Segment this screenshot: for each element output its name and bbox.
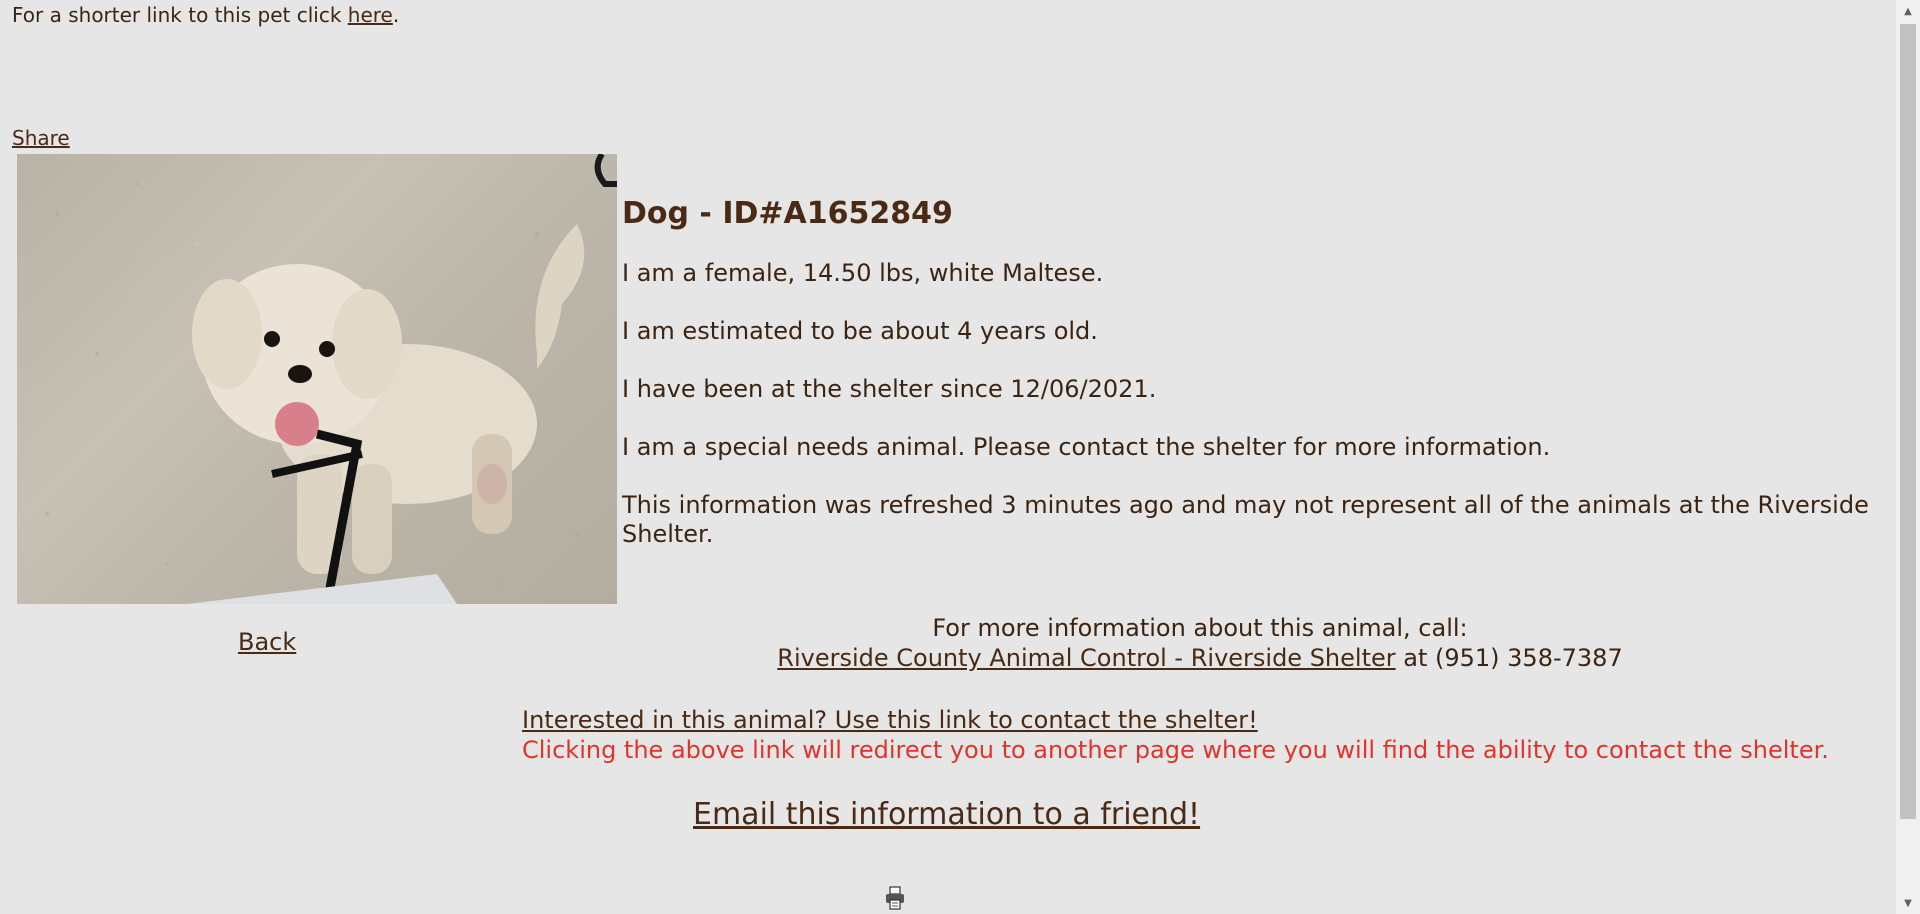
scroll-up-arrow-icon[interactable]: ▲ — [1896, 0, 1920, 22]
scroll-down-arrow-icon[interactable]: ▼ — [1896, 892, 1920, 914]
share-link[interactable]: Share — [12, 126, 70, 150]
short-link-suffix: . — [392, 3, 400, 27]
shelter-name-link[interactable]: Riverside County Animal Control - Rivers… — [777, 644, 1395, 672]
short-link-here[interactable]: here — [348, 3, 393, 27]
detail-refresh-note: This information was refreshed 3 minutes… — [622, 491, 1869, 548]
contact-intro: For more information about this animal, … — [932, 614, 1468, 642]
scroll-thumb[interactable] — [1900, 24, 1916, 819]
shelter-phone: at (951) 358-7387 — [1395, 644, 1623, 672]
contact-shelter-link[interactable]: Interested in this animal? Use this link… — [522, 705, 1258, 735]
redirect-note: Clicking the above link will redirect yo… — [522, 736, 1829, 764]
animal-title: Dog - ID#A1652849 — [622, 196, 953, 231]
detail-sex-weight-breed: I am a female, 14.50 lbs, white Maltese. — [622, 259, 1104, 287]
vertical-scrollbar[interactable]: ▲ ▼ — [1896, 0, 1920, 914]
short-link-line: For a shorter link to this pet click her… — [12, 3, 399, 27]
contact-line: Riverside County Animal Control - Rivers… — [700, 643, 1700, 673]
detail-shelter-since: I have been at the shelter since 12/06/2… — [622, 375, 1157, 403]
pet-photo — [17, 154, 617, 604]
detail-age: I am estimated to be about 4 years old. — [622, 317, 1098, 345]
email-friend-link[interactable]: Email this information to a friend! — [693, 797, 1200, 832]
short-link-prefix: For a shorter link to this pet click — [12, 3, 348, 27]
page: For a shorter link to this pet click her… — [0, 0, 1896, 914]
contact-info: For more information about this animal, … — [700, 613, 1700, 673]
back-link[interactable]: Back — [238, 628, 296, 656]
animal-info: Dog - ID#A1652849 I am a female, 14.50 l… — [622, 196, 1882, 578]
detail-special-needs: I am a special needs animal. Please cont… — [622, 433, 1551, 461]
printer-icon[interactable] — [885, 886, 905, 910]
